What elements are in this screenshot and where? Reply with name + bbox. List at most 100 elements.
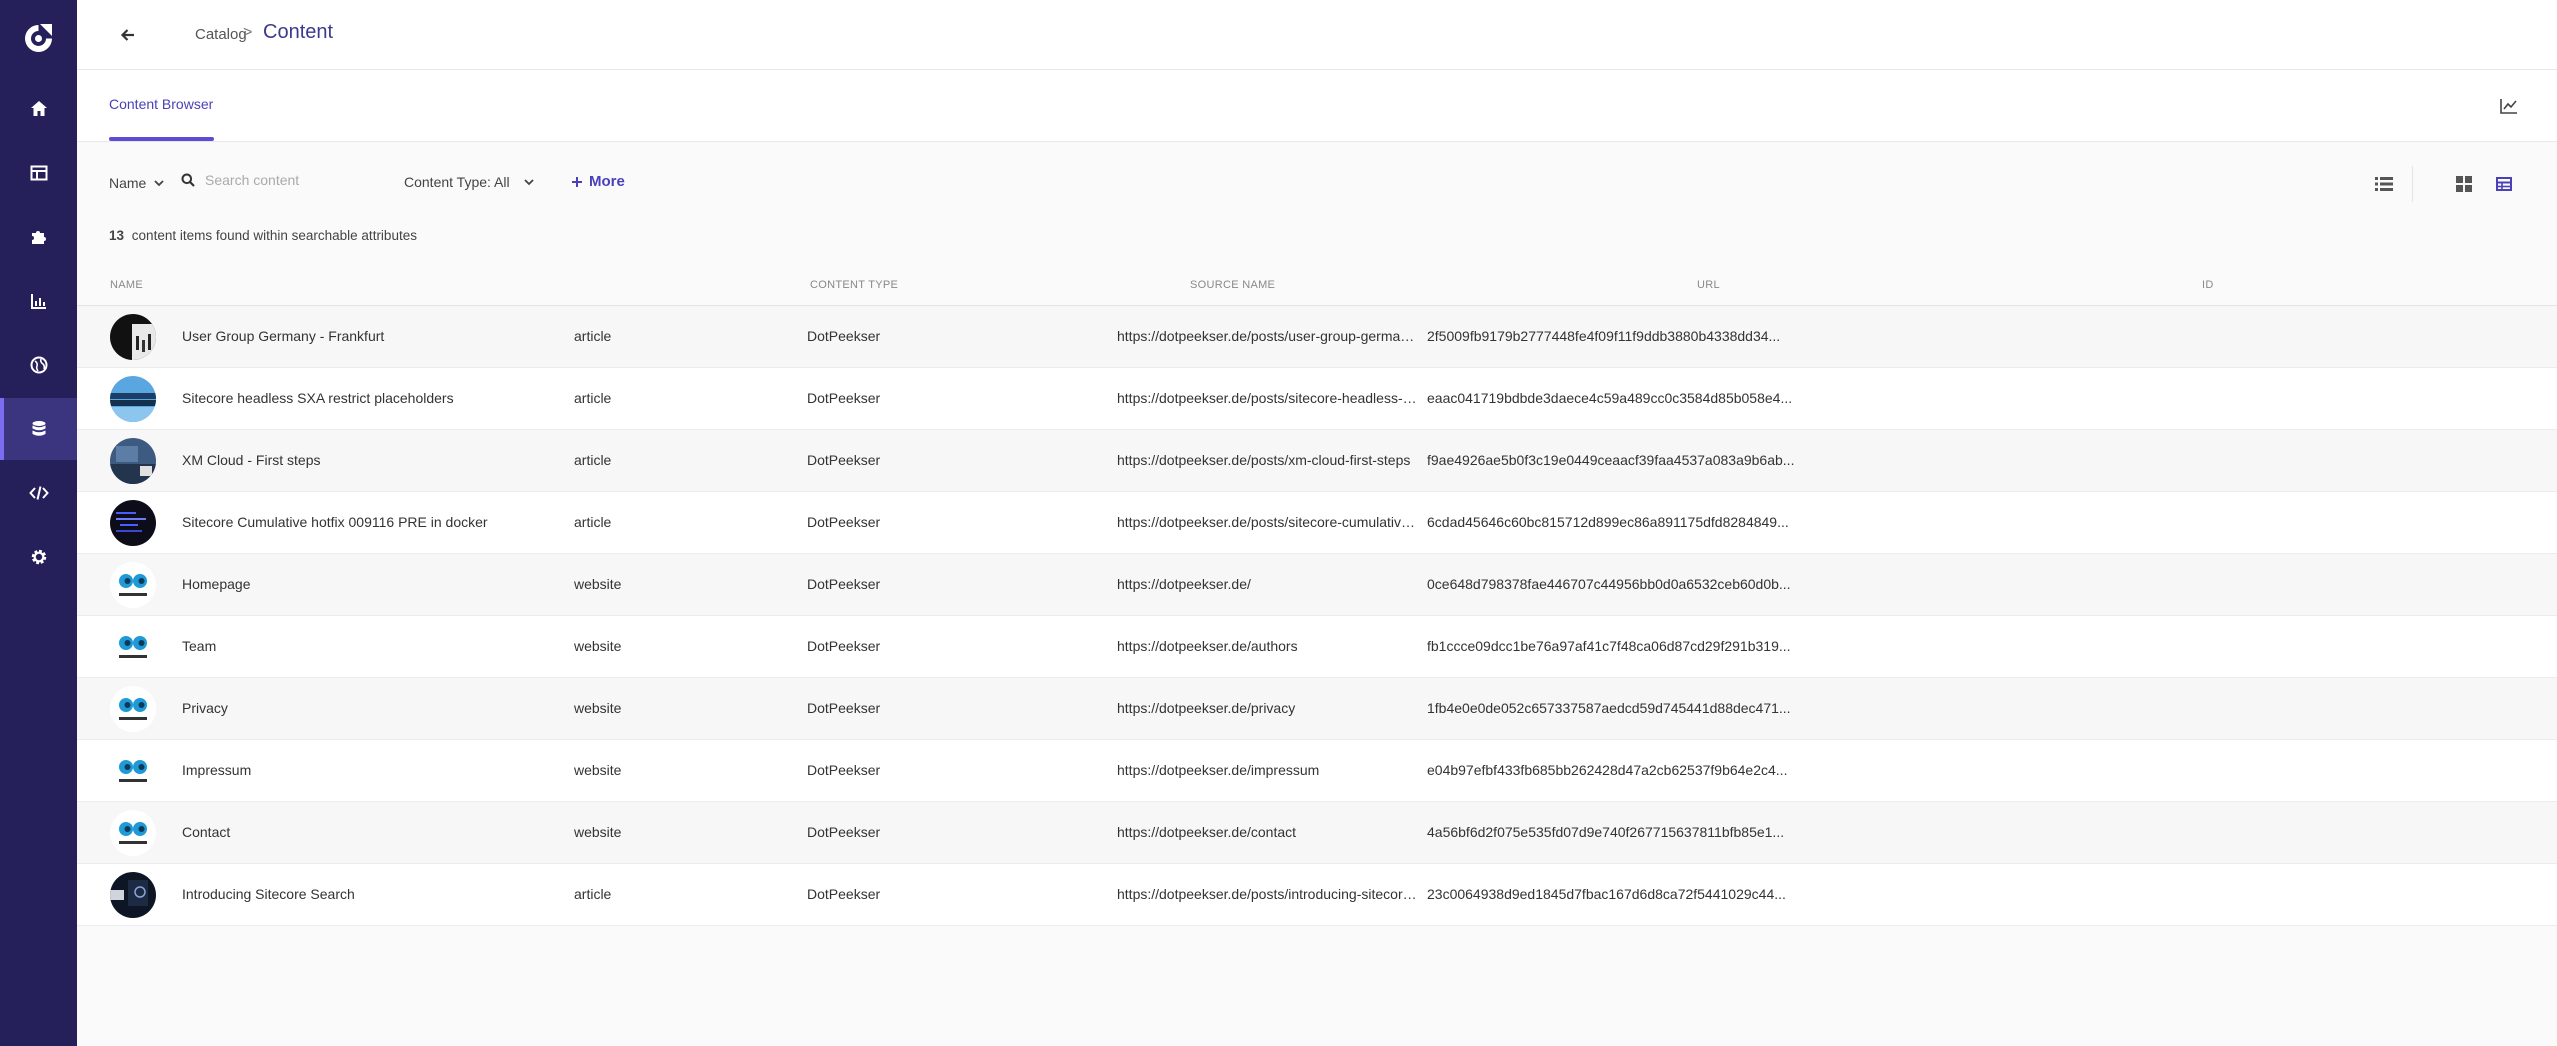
cell-id: 0ce648d798378fae446707c44956bb0d0a6532ce…: [1427, 576, 1791, 592]
cell-id: fb1ccce09dcc1be76a97af41c7f48ca06d87cd29…: [1427, 638, 1791, 654]
column-header-name[interactable]: NAME: [110, 279, 143, 291]
cell-source-name: DotPeekser: [807, 576, 881, 592]
plus-icon: [572, 176, 582, 187]
cell-content-type: website: [574, 638, 622, 654]
table-row[interactable]: XM Cloud - First steps article DotPeekser h…: [77, 430, 2557, 492]
nav-settings[interactable]: [0, 526, 77, 588]
breadcrumb-separator: >: [243, 24, 253, 41]
back-button[interactable]: [115, 22, 141, 48]
line-chart-icon: [2500, 99, 2517, 114]
cell-source-name: DotPeekser: [807, 390, 881, 406]
table-row[interactable]: Impressum website DotPeekser https://dotpee…: [77, 740, 2557, 802]
cell-id: eaac041719bdbde3daece4c59a489cc0c3584d85…: [1427, 390, 1793, 406]
cell-url[interactable]: https://dotpeekser.de/posts/xm-cloud-fir…: [1117, 452, 1417, 468]
cell-source-name: DotPeekser: [807, 328, 881, 344]
cell-url[interactable]: https://dotpeekser.de/impressum: [1117, 762, 1417, 778]
column-header-id[interactable]: ID: [2202, 279, 2214, 291]
cell-url[interactable]: https://dotpeekser.de/posts/user-group-g…: [1117, 328, 1417, 344]
nav-analytics[interactable]: [0, 270, 77, 332]
column-header-url[interactable]: URL: [1697, 279, 1720, 291]
search-field-label: Name: [109, 175, 147, 191]
table-row[interactable]: Sitecore headless SXA restrict placehold…: [77, 368, 2557, 430]
cell-id: 23c0064938d9ed1845d7fbac167d6d8ca72f5441…: [1427, 886, 1786, 902]
chevron-down-icon: [154, 179, 164, 186]
cell-url[interactable]: https://dotpeekser.de/privacy: [1117, 700, 1417, 716]
cell-id: 4a56bf6d2f075e535fd07d9e740f267715637811…: [1427, 824, 1785, 840]
table-row[interactable]: Privacy website DotPeekser https://dotpeeks…: [77, 678, 2557, 740]
analytics-button[interactable]: [2497, 94, 2521, 118]
cell-url[interactable]: https://dotpeekser.de/contact: [1117, 824, 1417, 840]
breadcrumb-catalog[interactable]: Catalog: [195, 26, 247, 43]
results-count-number: 13: [109, 228, 125, 243]
table-row[interactable]: Introducing Sitecore Search article DotPee…: [77, 864, 2557, 926]
settings-icon: [31, 549, 46, 565]
cell-source-name: DotPeekser: [807, 700, 881, 716]
cell-source-name: DotPeekser: [807, 886, 881, 902]
cell-source-name: DotPeekser: [807, 762, 881, 778]
cell-source-name: DotPeekser: [807, 638, 881, 654]
table-row[interactable]: Team website DotPeekser https://dotpeekser.…: [77, 616, 2557, 678]
nav-integrations[interactable]: [0, 206, 77, 268]
header: Catalog > Content: [77, 0, 2557, 70]
tab-content-browser[interactable]: Content Browser: [109, 96, 213, 112]
cell-id: 6cdad45646c60bc815712d899ec86a891175dfd8…: [1427, 514, 1789, 530]
nav-developer[interactable]: [0, 462, 77, 524]
grid-view-button[interactable]: [2446, 168, 2482, 200]
cell-url[interactable]: https://dotpeekser.de/authors: [1117, 638, 1417, 654]
cell-url[interactable]: https://dotpeekser.de/posts/sitecore-hea…: [1117, 390, 1417, 406]
cell-id: f9ae4926ae5b0f3c19e0449ceaacf39faa4537a0…: [1427, 452, 1795, 468]
view-toggle-divider: [2412, 166, 2413, 202]
content-type-filter[interactable]: Content Type: All: [404, 174, 534, 190]
search-box: [181, 172, 385, 188]
table-row[interactable]: Contact website DotPeekser https://dotpeeks…: [77, 802, 2557, 864]
puzzle-icon: [31, 231, 46, 244]
table-view-button[interactable]: [2486, 168, 2522, 200]
content-table: NAME CONTENT TYPE SOURCE NAME URL ID Use…: [77, 270, 2557, 926]
home-icon: [30, 101, 47, 116]
cell-content-type: article: [574, 452, 612, 468]
grid-view-icon: [2456, 176, 2472, 192]
nav-content[interactable]: [0, 398, 77, 460]
content-thumbnail: [110, 810, 156, 856]
content-type-label: Content Type: All: [404, 174, 510, 190]
content-thumbnail: [110, 376, 156, 422]
cell-source-name: DotPeekser: [807, 824, 881, 840]
cell-content-type: article: [574, 390, 612, 406]
page-title: Content: [263, 21, 334, 43]
cell-url[interactable]: https://dotpeekser.de/posts/introducing-…: [1117, 886, 1417, 902]
column-header-source-name[interactable]: SOURCE NAME: [1190, 279, 1275, 291]
table-row[interactable]: Sitecore Cumulative hotfix 009116 PRE in…: [77, 492, 2557, 554]
more-filters-button[interactable]: More: [571, 173, 625, 190]
content-thumbnail: [110, 872, 156, 918]
filter-bar: Name Content Type: All More: [77, 142, 2557, 222]
list-view-icon: [2375, 177, 2393, 191]
content-thumbnail: [110, 438, 156, 484]
code-icon: [28, 486, 49, 500]
globe-icon: [30, 356, 47, 374]
table-row[interactable]: Homepage website DotPeekser https://dotpeek…: [77, 554, 2557, 616]
content-thumbnail: [110, 314, 156, 360]
column-header-content-type[interactable]: CONTENT TYPE: [810, 279, 898, 291]
app-logo-icon[interactable]: [22, 22, 55, 55]
search-icon: [181, 173, 195, 187]
nav-home[interactable]: [0, 78, 77, 140]
table-header: NAME CONTENT TYPE SOURCE NAME URL ID: [77, 270, 2557, 306]
nav-layout[interactable]: [0, 142, 77, 204]
list-view-button[interactable]: [2366, 168, 2402, 200]
cell-content-type: article: [574, 886, 612, 902]
results-count: 13 content items found within searchable…: [109, 228, 417, 243]
nav-sites[interactable]: [0, 334, 77, 396]
table-row[interactable]: User Group Germany - Frankfurt article Dot…: [77, 306, 2557, 368]
cell-url[interactable]: https://dotpeekser.de/: [1117, 576, 1417, 592]
cell-id: e04b97efbf433fb685bb262428d47a2cb62537f9…: [1427, 762, 1788, 778]
cell-content-type: website: [574, 762, 622, 778]
cell-content-type: website: [574, 824, 622, 840]
search-field-select[interactable]: Name: [109, 175, 164, 191]
cell-url[interactable]: https://dotpeekser.de/posts/sitecore-cum…: [1117, 514, 1417, 530]
tab-bar: Content Browser: [77, 70, 2557, 142]
more-filters-label: More: [589, 173, 625, 190]
search-input[interactable]: [205, 172, 385, 188]
analytics-icon: [30, 294, 46, 309]
content-thumbnail: [110, 500, 156, 546]
content-thumbnail: [110, 562, 156, 608]
